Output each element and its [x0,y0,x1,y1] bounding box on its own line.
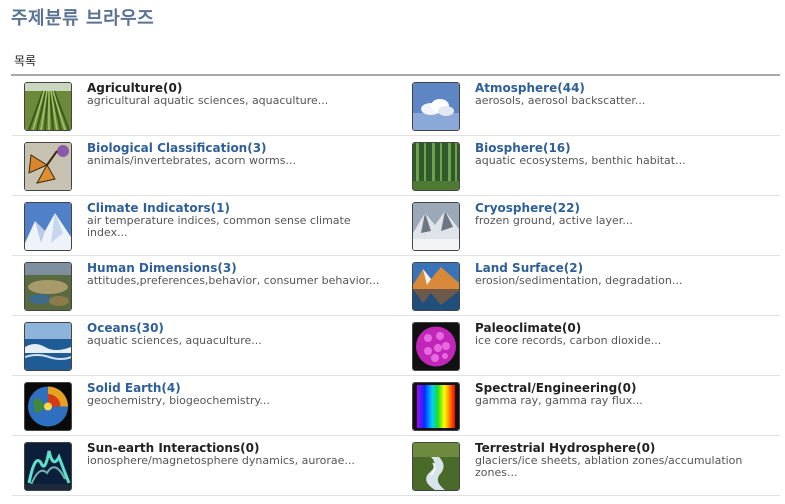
category-item-climate-indicators: Climate Indicators(1) air temperature in… [12,196,401,256]
category-description: gamma ray, gamma ray flux... [475,394,643,407]
pollen-grain-icon [412,322,460,371]
category-title: Agriculture(0) [87,81,183,95]
category-item-solid-earth: Solid Earth(4) geochemistry, biogeochemi… [12,376,401,436]
section-label: 목록 [14,54,37,68]
category-item-land-surface: Land Surface(2) erosion/sedimentation, d… [401,256,780,316]
spectrum-icon [412,382,460,431]
category-description: aerosols, aerosol backscatter... [475,94,646,107]
category-item-sun-earth-interactions: Sun-earth Interactions(0) ionosphere/mag… [12,436,401,496]
cloud-sky-icon[interactable] [412,82,460,131]
category-description: ice core records, carbon dioxide... [475,334,662,347]
category-item-biosphere: Biosphere(16) aquatic ecosystems, benthi… [401,136,780,196]
category-item-oceans: Oceans(30) aquatic sciences, aquaculture… [12,316,401,376]
category-grid: Agriculture(0) agricultural aquatic scie… [12,76,780,496]
category-link[interactable]: Solid Earth(4) [87,381,387,395]
category-link[interactable]: Biosphere(16) [475,141,775,155]
category-item-atmosphere: Atmosphere(44) aerosols, aerosol backsca… [401,76,780,136]
category-description: air temperature indices, common sense cl… [87,214,351,239]
category-item-terrestrial-hydrosphere: Terrestrial Hydrosphere(0) glaciers/ice … [401,436,780,496]
stream-icon [412,442,460,491]
category-description: glaciers/ice sheets, ablation zones/accu… [475,454,743,479]
category-link[interactable]: Atmosphere(44) [475,81,775,95]
category-link[interactable]: Biological Classification(3) [87,141,387,155]
category-link[interactable]: Climate Indicators(1) [87,201,387,215]
category-link[interactable]: Cryosphere(22) [475,201,775,215]
forest-icon[interactable] [412,142,460,191]
category-link[interactable]: Human Dimensions(3) [87,261,387,275]
category-item-paleoclimate: Paleoclimate(0) ice core records, carbon… [401,316,780,376]
category-description: agricultural aquatic sciences, aquacultu… [87,94,329,107]
category-item-biological-classification: Biological Classification(3) animals/inv… [12,136,401,196]
category-description: ionosphere/magnetosphere dynamics, auror… [87,454,355,467]
butterfly-icon[interactable] [24,142,72,191]
category-description: erosion/sedimentation, degradation... [475,274,683,287]
category-link[interactable]: Land Surface(2) [475,261,775,275]
category-description: attitudes,preferences,behavior, consumer… [87,274,380,287]
category-description: aquatic sciences, aquaculture... [87,334,262,347]
crop-field-icon [24,82,72,131]
snow-mountain-icon[interactable] [412,202,460,251]
category-description: aquatic ecosystems, benthic habitat... [475,154,686,167]
mountain-lake-icon[interactable] [412,262,460,311]
category-item-spectral-engineering: Spectral/Engineering(0) gamma ray, gamma… [401,376,780,436]
glacier-icon[interactable] [24,202,72,251]
aurora-icon [24,442,72,491]
category-description: frozen ground, active layer... [475,214,633,227]
category-title: Paleoclimate(0) [475,321,582,335]
category-title: Spectral/Engineering(0) [475,381,637,395]
page-title: 주제분류 브라우즈 [11,8,155,29]
earth-cutaway-icon[interactable] [24,382,72,431]
ocean-wave-icon[interactable] [24,322,72,371]
category-description: animals/invertebrates, acorn worms... [87,154,296,167]
category-description: geochemistry, biogeochemistry... [87,394,270,407]
category-title: Terrestrial Hydrosphere(0) [475,441,656,455]
category-title: Sun-earth Interactions(0) [87,441,260,455]
category-item-agriculture: Agriculture(0) agricultural aquatic scie… [12,76,401,136]
category-item-cryosphere: Cryosphere(22) frozen ground, active lay… [401,196,780,256]
landscape-icon[interactable] [24,262,72,311]
category-item-human-dimensions: Human Dimensions(3) attitudes,preference… [12,256,401,316]
category-link[interactable]: Oceans(30) [87,321,387,335]
